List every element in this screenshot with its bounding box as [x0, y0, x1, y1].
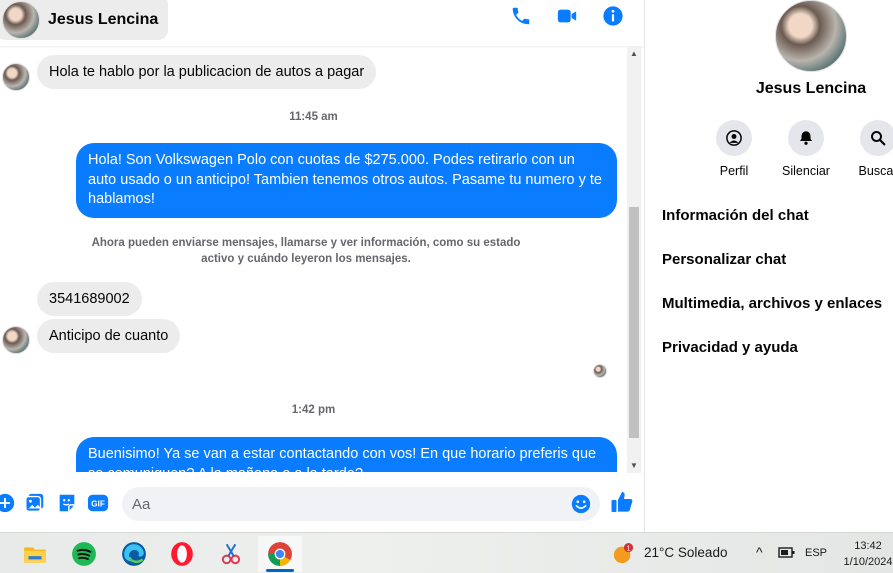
snipping-tool-icon[interactable] — [209, 536, 253, 572]
message-scrollbar[interactable]: ▲ ▼ — [627, 47, 641, 473]
menu-media-files-links[interactable]: Multimedia, archivos y enlaces — [662, 286, 882, 330]
profile-avatar[interactable] — [775, 0, 847, 72]
like-icon[interactable] — [610, 490, 634, 514]
contact-avatar[interactable] — [2, 1, 40, 39]
menu-customize-chat[interactable]: Personalizar chat — [662, 242, 882, 286]
menu-privacy-support[interactable]: Privacidad y ayuda — [662, 330, 882, 374]
info-icon[interactable] — [602, 5, 624, 27]
profile-name: Jesus Lencina — [755, 80, 867, 97]
phone-icon[interactable] — [510, 5, 532, 27]
system-notice: Ahora pueden enviarse mensajes, llamarse… — [91, 237, 521, 265]
message-list[interactable]: Hola te hablo por la publicacion de auto… — [0, 47, 627, 472]
profile-icon[interactable] — [716, 120, 752, 156]
timestamp: 11:45 am — [289, 111, 338, 123]
emoji-icon[interactable] — [570, 493, 592, 515]
chevron-up-icon[interactable]: ^ — [756, 544, 763, 560]
message-input-box[interactable] — [122, 487, 600, 521]
network-icon[interactable] — [778, 545, 796, 561]
composer: GIF — [0, 480, 644, 526]
profile-action-label: Perfil — [719, 164, 749, 178]
header-contact[interactable]: Jesus Lencina — [0, 0, 169, 40]
contact-name[interactable]: Jesus Lencina — [48, 11, 158, 29]
message-input[interactable] — [132, 487, 562, 521]
profile-actions: Perfil Silenciar Buscar — [709, 120, 893, 178]
info-menu: Información del chat Personalizar chat M… — [662, 198, 882, 374]
incoming-message[interactable]: Hola te hablo por la publicacion de auto… — [37, 55, 377, 89]
search-action-label: Buscar — [858, 164, 893, 178]
outgoing-message[interactable]: Hola! Son Volkswagen Polo con cuotas de … — [76, 143, 617, 218]
search-action[interactable]: Buscar — [853, 120, 893, 178]
mute-action[interactable]: Silenciar — [781, 120, 831, 178]
spotify-icon[interactable] — [62, 536, 106, 572]
plus-icon[interactable] — [0, 492, 16, 514]
edge-icon[interactable] — [112, 536, 156, 572]
sticker-icon[interactable] — [56, 492, 78, 514]
video-call-icon[interactable] — [556, 5, 578, 27]
gif-icon[interactable]: GIF — [87, 492, 109, 514]
language-indicator[interactable]: ESP — [805, 547, 827, 559]
search-icon[interactable] — [860, 120, 893, 156]
chat-header: Jesus Lencina — [0, 0, 644, 46]
windows-taskbar: 1 21°C Soleado ^ ESP 13:42 1/10/2024 — [0, 532, 893, 573]
gif-label: GIF — [91, 500, 105, 509]
header-actions — [510, 5, 624, 27]
mute-action-label: Silenciar — [782, 164, 830, 178]
scroll-down-icon[interactable]: ▼ — [627, 459, 641, 473]
sun-icon[interactable]: 1 — [612, 543, 634, 565]
clock[interactable]: 13:42 1/10/2024 — [840, 538, 893, 570]
scroll-up-icon[interactable]: ▲ — [627, 47, 641, 61]
scroll-thumb[interactable] — [629, 207, 639, 438]
file-explorer-icon[interactable] — [13, 536, 57, 572]
opera-icon[interactable] — [160, 536, 204, 572]
seen-indicator-avatar — [593, 364, 607, 378]
gallery-icon[interactable] — [24, 492, 46, 514]
sender-avatar[interactable] — [2, 326, 30, 354]
incoming-message[interactable]: 3541689002 — [37, 282, 142, 316]
profile-action[interactable]: Perfil — [709, 120, 759, 178]
messenger-window: Jesus Lencina Hola te hablo por la publi… — [0, 0, 893, 573]
sender-avatar[interactable] — [2, 63, 30, 91]
conversation-info-pane: Jesus Lencina Perfil Silenciar Buscar — [644, 0, 893, 532]
chat-pane: Jesus Lencina Hola te hablo por la publi… — [0, 0, 644, 532]
timestamp: 1:42 pm — [291, 404, 336, 416]
incoming-message[interactable]: Anticipo de cuanto — [37, 319, 181, 353]
menu-chat-info[interactable]: Información del chat — [662, 198, 882, 242]
weather-badge: 1 — [626, 543, 630, 552]
chrome-icon[interactable] — [258, 536, 302, 572]
weather-widget[interactable]: 21°C Soleado — [644, 545, 727, 560]
outgoing-message[interactable]: Buenisimo! Ya se van a estar contactando… — [76, 437, 617, 472]
bell-icon[interactable] — [788, 120, 824, 156]
clock-date: 1/10/2024 — [843, 556, 893, 568]
clock-time: 13:42 — [854, 540, 882, 552]
